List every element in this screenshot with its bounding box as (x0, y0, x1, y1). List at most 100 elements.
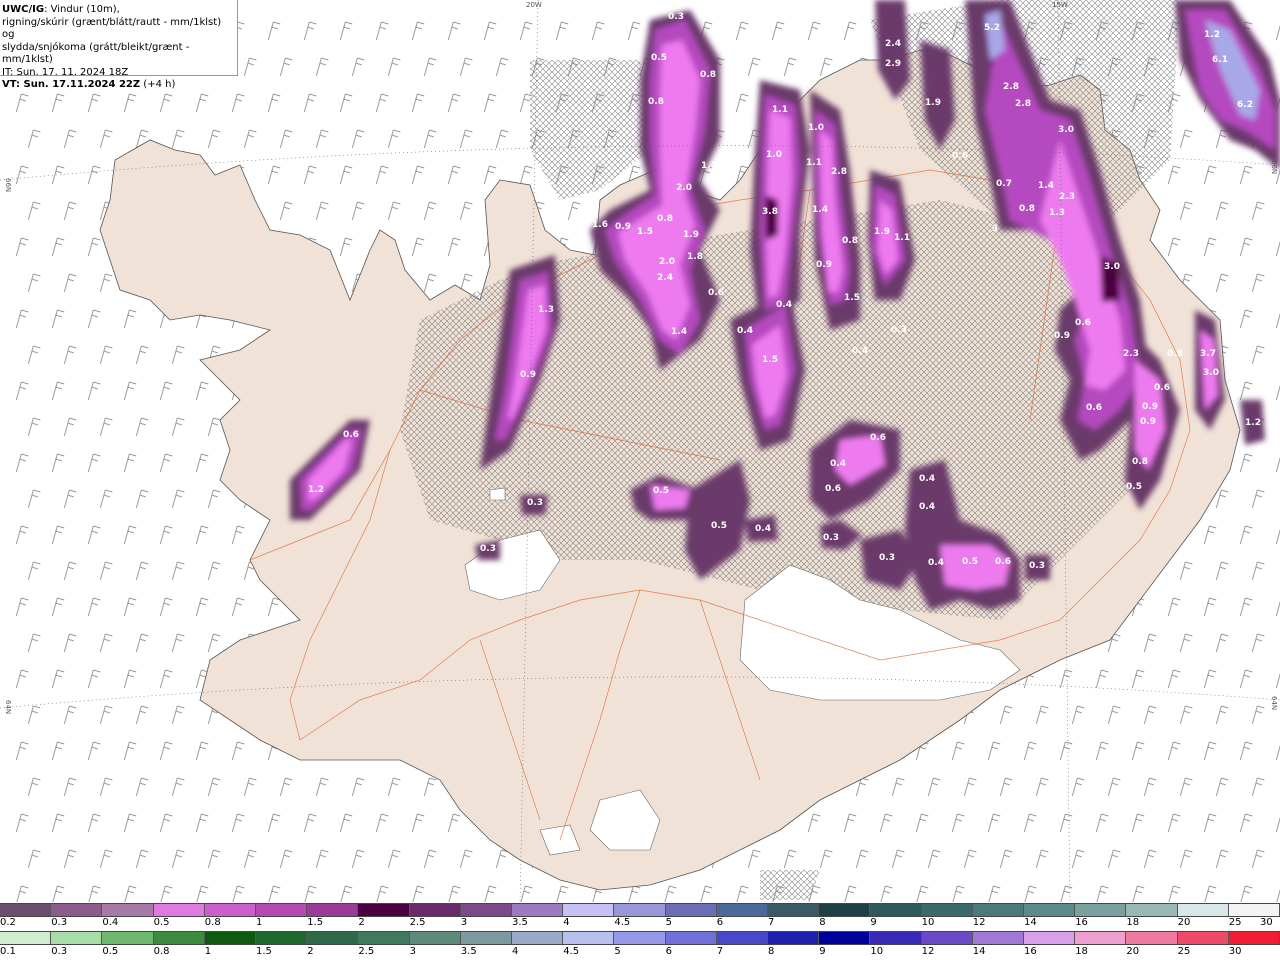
scale-label: 12 (972, 917, 986, 928)
precip-value-label: 0.5 (962, 557, 978, 567)
coord-top-15w: 15W (1052, 1, 1068, 9)
precip-value-label: 3.7 (1200, 349, 1216, 359)
precip-value-label: 2.0 (676, 183, 692, 193)
coord-left-64n: 64N (4, 700, 12, 714)
precip-value-label: 0.8 (648, 97, 664, 107)
precip-value-label: 0.9 (1167, 349, 1183, 359)
precip-value-label: 0.3 (1029, 561, 1045, 571)
precip-value-label: 1.3 (538, 305, 554, 315)
scale-label: 0.3 (51, 946, 68, 957)
precip-value-label: 0.4 (852, 346, 868, 356)
rain-color-scale (0, 931, 1280, 945)
precip-value-label: 1.9 (683, 230, 699, 240)
scale-label: 3.5 (460, 946, 477, 957)
scale-swatch (768, 904, 820, 916)
scale-label: 9 (819, 946, 826, 957)
scale-label: 25 (1177, 946, 1191, 957)
scale-label: 6 (665, 946, 672, 957)
scale-label: 0.5 (102, 946, 119, 957)
scale-label: 18 (1075, 946, 1088, 957)
scale-label: 18 (1126, 917, 1140, 928)
scale-label: 3.5 (512, 917, 528, 928)
scale-swatch (665, 904, 717, 916)
scale-swatch (460, 904, 513, 916)
scale-label: 7 (716, 946, 724, 957)
precip-value-label: 1.7 (701, 161, 717, 171)
precip-value-label: 0.6 (1075, 318, 1091, 328)
scale-label: 10 (921, 917, 935, 928)
precip-value-label: 6.2 (1237, 100, 1253, 110)
scale-swatch (563, 904, 615, 916)
precip-value-label: 0.4 (737, 326, 753, 336)
precip-value-label: 1.5 (844, 293, 860, 303)
scale-label: 20 (1177, 917, 1191, 928)
precip-value-label: 1.2 (1245, 418, 1261, 428)
scale-label: 30 (1260, 917, 1273, 928)
scale-swatch (1177, 904, 1229, 916)
scale-label: 0.8 (153, 946, 170, 957)
scale-label: 9 (870, 917, 877, 928)
precip-value-label: 0.3 (527, 498, 543, 508)
precip-value-label: 0.6 (343, 430, 359, 440)
precip-value-label: 2.8 (831, 167, 847, 177)
precip-value-label: 1.2 (1204, 30, 1220, 40)
scale-swatch (716, 904, 769, 916)
precip-value-label: 1.5 (637, 227, 653, 237)
scale-label: 2.5 (409, 917, 426, 928)
scale-swatch (204, 904, 257, 916)
precip-value-label: 0.4 (755, 524, 771, 534)
precip-value-label: 1.9 (925, 98, 941, 108)
precip-value-label: 2.9 (885, 59, 901, 69)
precip-value-label: 0.4 (830, 459, 846, 469)
precip-value-label: 1.1 (894, 233, 910, 243)
rain-scale-labels: 0.1 0.3 0.5 0.8 1 1.5 2 2.5 3 3.5 4 4.5 5 6 7 8 9 10 12 14 1… (0, 946, 1280, 958)
precip-value-label: 0.9 (1054, 331, 1070, 341)
scale-swatch (0, 904, 52, 916)
precip-value-label: 0.6 (825, 484, 841, 494)
precip-value-label: 1.1 (772, 105, 788, 115)
scale-label: 4.5 (614, 917, 631, 928)
coord-right-66n: 66N (1270, 160, 1278, 174)
scale-label: 0.3 (51, 917, 68, 928)
scale-swatch (307, 932, 359, 944)
scale-swatch (1177, 932, 1229, 944)
scale-label: 16 (1024, 946, 1037, 957)
lead-time: (+4 h) (140, 79, 176, 90)
scale-swatch (102, 932, 154, 944)
precip-value-label: 2.4 (885, 39, 901, 49)
scale-label: 5 (665, 917, 672, 928)
scale-swatch (972, 932, 1025, 944)
precip-value-label: 2.3 (1059, 192, 1075, 202)
precip-value-label: 0.8 (700, 70, 716, 80)
scale-label: 3 (409, 946, 416, 957)
scale-label: 30 (1228, 946, 1242, 957)
valid-time: VT: Sun. 17.11.2024 22Z (2, 79, 141, 90)
weather-map[interactable]: 0.3 0.5 0.8 0.8 1.1 1.0 1.0 1.1 1.7 2.8 2.0 3.8 1.4 0… (0, 0, 1280, 902)
precip-value-label: 0.7 (996, 179, 1012, 189)
scale-swatch (1228, 904, 1280, 916)
precip-value-label: 0.6 (870, 433, 886, 443)
legend-line-rain: rigning/skúrir (grænt/blátt/rautt - mm/1… (2, 16, 222, 41)
scale-swatch (51, 932, 103, 944)
scale-swatch (153, 904, 205, 916)
scale-swatch (921, 904, 973, 916)
scale-swatch (358, 932, 410, 944)
scale-label: 12 (921, 946, 935, 957)
precip-value-label: 5.2 (984, 23, 1000, 33)
scale-label: 0.5 (153, 917, 170, 928)
scale-swatch (204, 932, 257, 944)
precip-value-label: 2.3 (1123, 349, 1139, 359)
scale-swatch (1024, 904, 1076, 916)
precip-value-label: 0.8 (1019, 204, 1035, 214)
coord-right-64n: 64N (1270, 696, 1278, 710)
precip-value-label: 0.8 (657, 214, 673, 224)
scale-swatch (716, 932, 769, 944)
scale-swatch (51, 904, 103, 916)
scale-swatch (512, 932, 564, 944)
precip-value-label: 2.4 (657, 273, 673, 283)
scale-swatch (1228, 932, 1280, 944)
scale-swatch (256, 932, 308, 944)
precip-value-label: 0.9 (1142, 402, 1158, 412)
precip-value-label: 1.4 (671, 327, 687, 337)
scale-swatch (1075, 932, 1127, 944)
